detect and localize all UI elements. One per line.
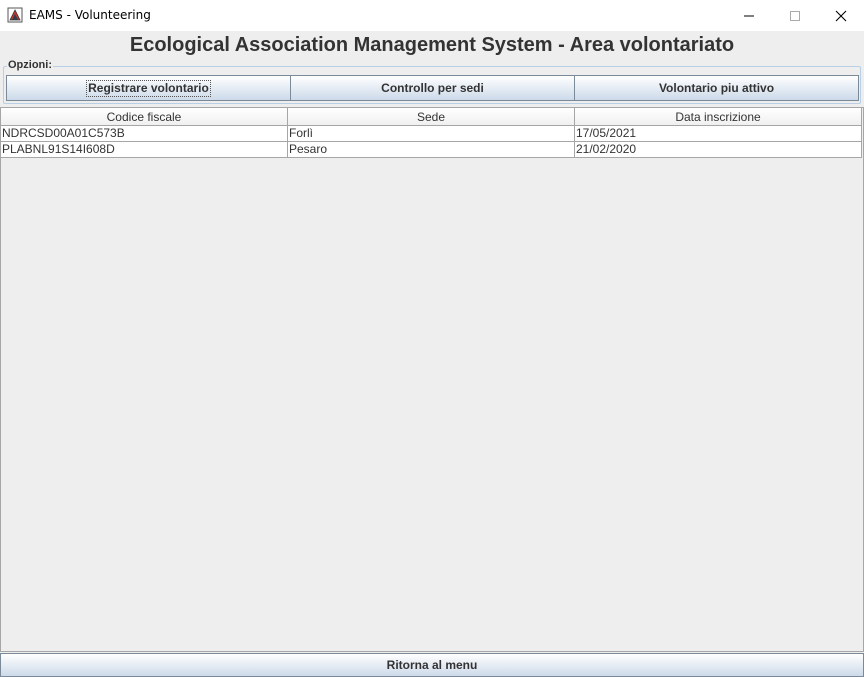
back-to-menu-button[interactable]: Ritorna al menu [0,653,864,677]
window-titlebar: EAMS - Volunteering [0,0,864,31]
column-header-data-inscrizione[interactable]: Data inscrizione [575,108,862,126]
minimize-icon[interactable] [726,0,772,31]
cell-codice-fiscale: PLABNL91S14I608D [1,142,288,158]
column-header-codice-fiscale[interactable]: Codice fiscale [1,108,288,126]
register-volunteer-label: Registrare volontario [86,79,211,97]
cell-sede: Forlì [288,126,575,142]
close-icon[interactable] [818,0,864,31]
table-header: Codice fiscale Sede Data inscrizione [1,108,862,126]
java-app-icon [7,7,23,23]
cell-sede: Pesaro [288,142,575,158]
cell-codice-fiscale: NDRCSD00A01C573B [1,126,288,142]
most-active-volunteer-label: Volontario piu attivo [658,81,775,95]
cell-data-inscrizione: 17/05/2021 [575,126,862,142]
most-active-volunteer-button[interactable]: Volontario piu attivo [574,75,859,101]
volunteers-table-scrollpane[interactable] [0,107,864,652]
table-row[interactable]: PLABNL91S14I608D Pesaro 21/02/2020 [1,142,862,158]
window-title: EAMS - Volunteering [29,8,151,22]
column-header-sede[interactable]: Sede [288,108,575,126]
check-by-site-button[interactable]: Controllo per sedi [290,75,575,101]
table-row[interactable]: NDRCSD00A01C573B Forlì 17/05/2021 [1,126,862,142]
maximize-icon[interactable] [772,0,818,31]
check-by-site-label: Controllo per sedi [381,81,484,95]
options-legend: Opzioni: [7,59,53,71]
cell-data-inscrizione: 21/02/2020 [575,142,862,158]
page-title: Ecological Association Management System… [129,34,735,56]
back-to-menu-label: Ritorna al menu [386,658,478,672]
table-body: NDRCSD00A01C573B Forlì 17/05/2021 PLABNL… [1,126,862,158]
register-volunteer-button[interactable]: Registrare volontario [6,75,291,101]
